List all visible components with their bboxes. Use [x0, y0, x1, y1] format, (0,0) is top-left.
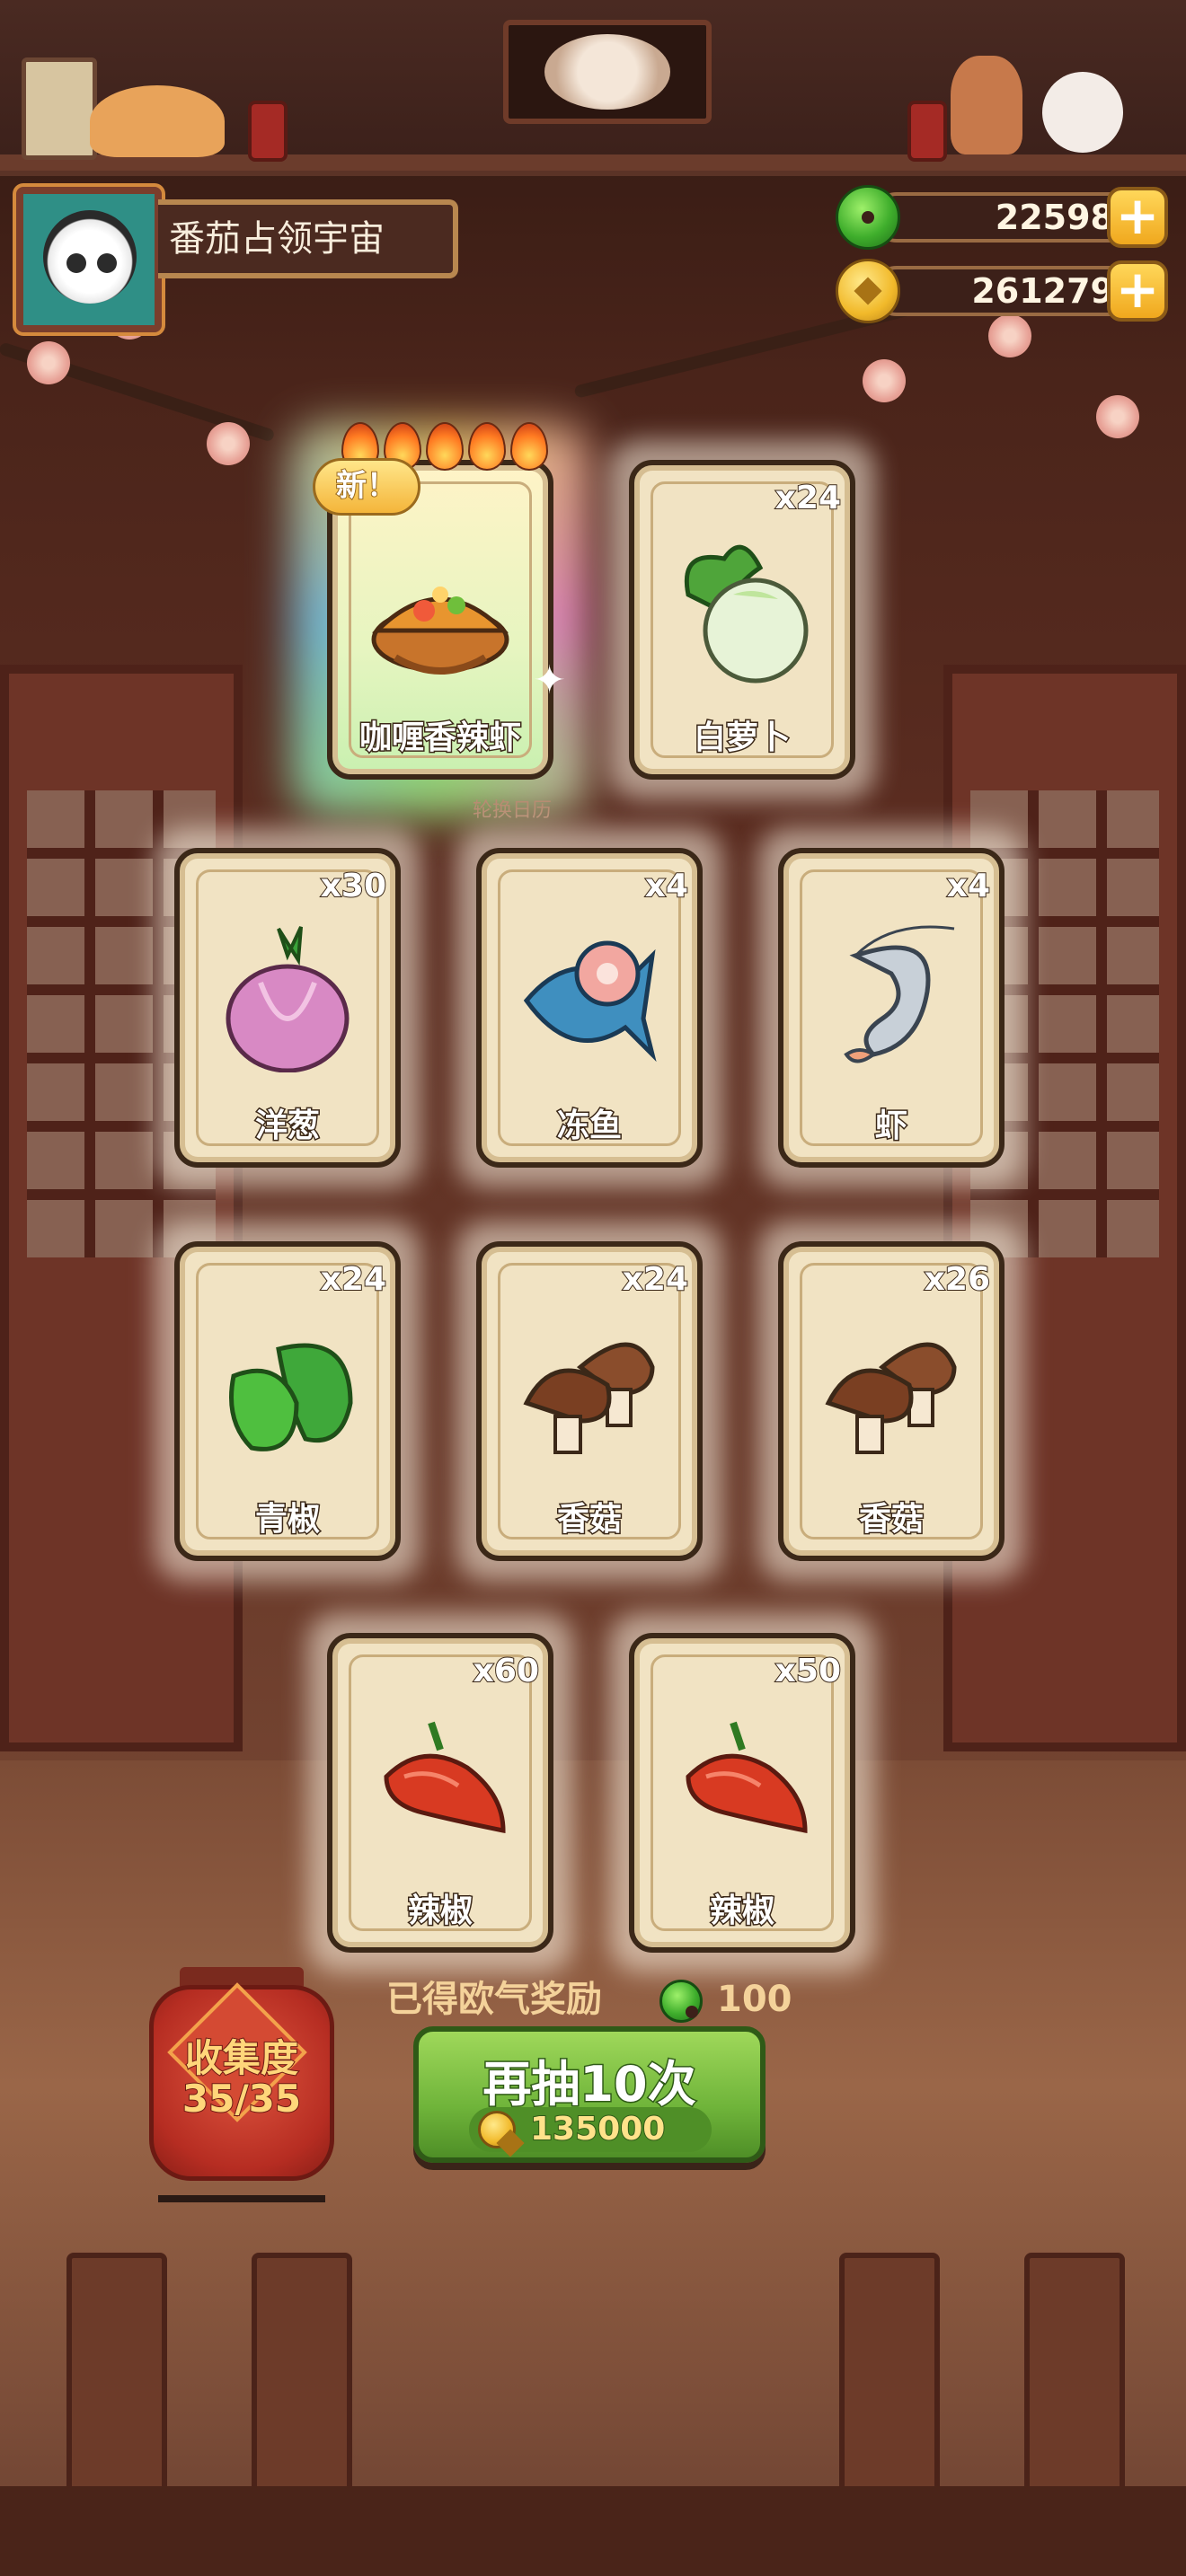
jade-coin-icon: [659, 1980, 703, 2023]
blossom-icon: [1096, 395, 1139, 438]
card-count: x60: [473, 1652, 540, 1690]
ingredient-card[interactable]: x60 辣椒: [307, 1613, 573, 1972]
card-count: x30: [320, 867, 387, 905]
top-shelf: [0, 0, 1186, 176]
rotation-caption: 轮换日历: [472, 799, 552, 822]
flame-icon: [468, 422, 506, 471]
card-count: x24: [774, 479, 842, 517]
ingredient-card[interactable]: x24 香菇: [456, 1222, 722, 1581]
fence-post: [839, 2253, 940, 2497]
flame-icon: [426, 422, 464, 471]
card-name: 香菇: [555, 1500, 623, 1539]
gold-currency: 261279 +: [836, 259, 1177, 323]
fence-post: [66, 2253, 167, 2497]
avatar-eye: [97, 253, 117, 273]
onion-icon: [226, 926, 350, 1072]
shrimp-icon: [844, 925, 955, 1063]
curry-shrimp-dish-icon: [371, 587, 509, 675]
card-name: 咖喱香辣虾: [358, 719, 522, 758]
luck-reward: 已得欧气奖励 100: [386, 1972, 818, 2026]
player-name: 番茄占领宇宙: [158, 199, 458, 278]
sleeping-cat-icon: [90, 85, 225, 157]
ingredient-card[interactable]: x4 冻鱼: [456, 828, 722, 1187]
ingredient-card[interactable]: x50 辣椒: [609, 1613, 875, 1972]
card-name: 虾: [873, 1107, 908, 1146]
card-name: 青椒: [253, 1500, 321, 1539]
card-count: x24: [320, 1260, 387, 1299]
collection-title: 收集度: [184, 2035, 299, 2081]
draw-again-label: 再抽10次: [482, 2055, 697, 2114]
ingredient-card[interactable]: x4 虾: [758, 828, 1024, 1187]
player-avatar[interactable]: [16, 187, 162, 332]
green-pepper-icon: [229, 1343, 353, 1451]
radish-icon: [684, 544, 809, 684]
jade-value: 22598: [995, 198, 1114, 237]
ingredient-card[interactable]: x26 香菇: [758, 1222, 1024, 1581]
lantern-stand: [158, 2179, 325, 2202]
featured-card[interactable]: 新！ ✦ 咖喱香辣虾: [291, 422, 589, 816]
small-lantern-icon: [248, 101, 288, 162]
ingredient-card[interactable]: x24 青椒: [155, 1222, 420, 1581]
jade-currency: 22598 +: [836, 185, 1177, 250]
card-count: x24: [622, 1260, 689, 1299]
flame-icon: [510, 422, 548, 471]
scroll-portrait-icon: [544, 34, 670, 110]
hanging-scroll: [503, 20, 712, 124]
fence-post: [252, 2253, 352, 2497]
avatar-eye: [66, 253, 86, 273]
character-girl-icon: [951, 56, 1022, 154]
gold-coin-icon: [836, 259, 900, 323]
draw-price: 135000: [529, 2110, 666, 2148]
add-gold-button[interactable]: +: [1107, 260, 1168, 322]
card-count: x26: [924, 1260, 991, 1299]
small-lantern-icon: [907, 101, 947, 162]
gold-coin-icon: [478, 2111, 516, 2148]
paw-frame-icon: [22, 57, 97, 160]
collection-lantern[interactable]: 收集度 35/35: [149, 1967, 334, 2202]
character-cat-icon: [1042, 72, 1123, 153]
draw-again-button[interactable]: 再抽10次 135000: [413, 2026, 766, 2163]
jade-coin-icon: [836, 185, 900, 250]
panda-avatar-icon: [43, 210, 137, 304]
fence-post: [1024, 2253, 1125, 2497]
card-name: 冻鱼: [555, 1107, 623, 1146]
collection-value: 35/35: [181, 2076, 302, 2122]
reward-label: 已得欧气奖励: [386, 1979, 602, 2020]
mushroom-icon: [523, 1342, 655, 1454]
chili-icon: [384, 1721, 506, 1834]
blossom-icon: [207, 422, 250, 465]
card-name: 辣椒: [406, 1892, 474, 1931]
blossom-icon: [863, 359, 906, 402]
gold-value: 261279: [971, 271, 1114, 311]
ingredient-card[interactable]: x30 洋葱: [155, 828, 420, 1187]
card-count: x4: [644, 867, 689, 905]
card-name: 香菇: [857, 1500, 925, 1539]
fish-icon: [523, 940, 657, 1063]
add-jade-button[interactable]: +: [1107, 187, 1168, 248]
card-count: x4: [946, 867, 991, 905]
mushroom-icon: [825, 1342, 957, 1454]
reward-value: 100: [717, 1979, 792, 2020]
card-name: 洋葱: [253, 1107, 321, 1146]
card-name: 白萝卜: [692, 719, 792, 758]
new-badge: 新！: [313, 458, 420, 516]
blossom-icon: [27, 341, 70, 384]
ingredient-card[interactable]: x24 白萝卜: [609, 440, 875, 799]
chili-icon: [686, 1721, 808, 1834]
card-name: 辣椒: [708, 1892, 775, 1931]
bottom-bar: [0, 2486, 1186, 2576]
card-count: x50: [774, 1652, 842, 1690]
sparkle-icon: ✦: [533, 657, 566, 703]
